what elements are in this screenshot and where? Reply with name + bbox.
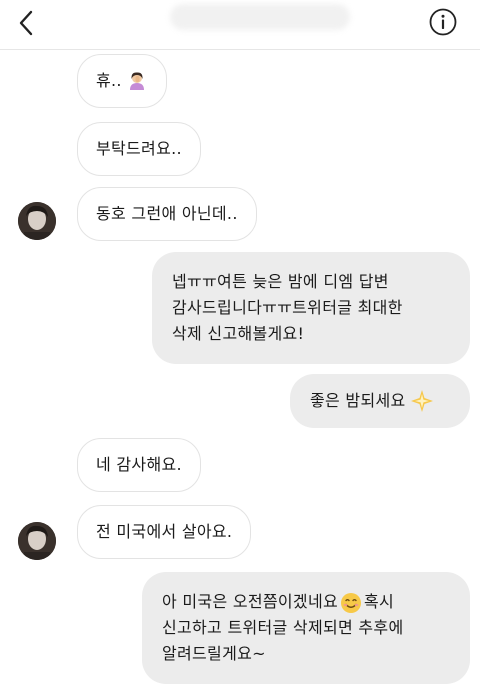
message-text: 네 감사해요. xyxy=(96,455,182,474)
outgoing-message[interactable]: 넵ㅠㅠ여튼 늦은 밤에 디엠 답변 감사드립니다ㅠㅠ트위터글 최대한 삭제 신고… xyxy=(152,252,470,364)
message-text: 동호 그런애 아닌데.. xyxy=(96,204,238,223)
message-line: 아 미국은 오전쯤이겠네요 혹시 xyxy=(162,589,450,615)
message-line: 삭제 신고해볼게요! xyxy=(172,324,305,343)
woman-facepalming-emoji xyxy=(129,72,144,90)
info-circle-icon xyxy=(429,8,457,36)
message-text: 휴.. xyxy=(96,71,122,90)
smiling-face-emoji xyxy=(341,592,361,613)
incoming-message[interactable]: 전 미국에서 살아요. xyxy=(77,505,252,559)
contact-name-redacted xyxy=(170,4,350,30)
message-line-text: 혹시 xyxy=(364,592,395,611)
avatar-photo xyxy=(18,202,56,240)
contact-avatar[interactable] xyxy=(18,522,56,560)
message-text: 좋은 밤되세요 xyxy=(310,391,406,410)
outgoing-message[interactable]: 아 미국은 오전쯤이겠네요 혹시 신고하고 트위터글 삭제되면 추후에 알려드릴… xyxy=(142,572,470,684)
avatar-photo xyxy=(18,522,56,560)
back-button[interactable] xyxy=(12,8,42,38)
info-button[interactable] xyxy=(428,7,458,37)
incoming-message[interactable]: 부탁드려요.. xyxy=(77,122,201,176)
message-line: 넵ㅠㅠ여튼 늦은 밤에 디엠 답변 xyxy=(172,272,389,291)
message-text: 부탁드려요.. xyxy=(96,139,182,158)
sparkle-star-emoji xyxy=(410,390,433,412)
incoming-message[interactable]: 동호 그런애 아닌데.. xyxy=(77,187,257,241)
outgoing-message[interactable]: 좋은 밤되세요 xyxy=(290,374,470,428)
incoming-message[interactable]: 휴.. xyxy=(77,54,167,108)
message-line: 알려드릴게요~ xyxy=(162,644,266,663)
message-line: 감사드립니다ㅠㅠ트위터글 최대한 xyxy=(172,298,403,317)
message-line: 신고하고 트위터글 삭제되면 추후에 xyxy=(162,618,404,637)
contact-avatar[interactable] xyxy=(18,202,56,240)
chat-header xyxy=(0,0,480,50)
chevron-left-icon xyxy=(19,10,33,36)
message-text: 전 미국에서 살아요. xyxy=(96,522,233,541)
message-line-text: 아 미국은 오전쯤이겠네요 xyxy=(162,592,338,611)
incoming-message[interactable]: 네 감사해요. xyxy=(77,438,201,492)
